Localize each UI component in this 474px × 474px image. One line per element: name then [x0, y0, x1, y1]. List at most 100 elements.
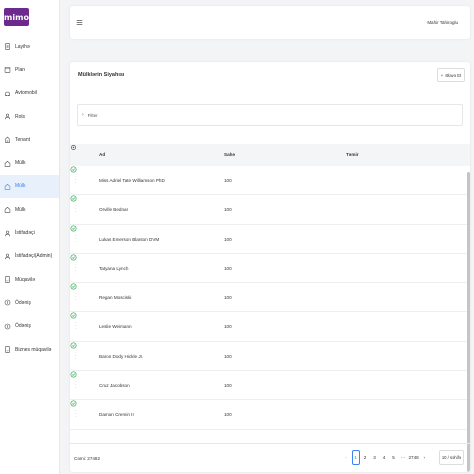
drag-handle-icon[interactable]: · · ·: [75, 350, 77, 361]
sidebar: mimo Layihə Plan Avtomobil Rols Tenant Mülk Mü…: [0, 0, 60, 474]
page-button[interactable]: 2: [361, 450, 369, 465]
cell-name: Orville Bednar: [99, 207, 129, 213]
page-button[interactable]: 3: [371, 450, 379, 465]
sidebar-item-label: Avtomobil: [15, 90, 37, 97]
table-row[interactable]: · · · Miss Adriel Tate Williamson PhD 100: [70, 166, 470, 196]
plus-icon: +: [440, 72, 444, 78]
page-button[interactable]: ···: [399, 450, 407, 465]
page-button[interactable]: 2748: [409, 450, 419, 465]
document-icon: [5, 43, 10, 50]
total-count: Cəmi: 27482: [74, 456, 101, 461]
sidebar-item-label: İstifadəçi(Admin): [15, 253, 53, 260]
sidebar-item[interactable]: Müqavilə: [0, 268, 59, 291]
cell-name: Regan Mosciski: [99, 295, 132, 301]
drag-handle-icon[interactable]: · · ·: [75, 204, 77, 215]
top-header: Mahir Tahiroglu: [70, 6, 470, 39]
user-icon: [4, 253, 11, 260]
home-icon: [4, 207, 11, 213]
page-button[interactable]: 1: [351, 450, 360, 465]
cell-name: Damon Cremin II: [99, 412, 134, 418]
sidebar-item[interactable]: Mülk: [0, 174, 59, 199]
next-page-button[interactable]: ›: [420, 450, 428, 465]
table-body: · · · Miss Adriel Tate Williamson PhD 100 · · ·…: [70, 166, 470, 430]
sidebar-item[interactable]: Biznes müqavilə: [0, 338, 59, 361]
sidebar-item[interactable]: Tenant: [0, 128, 59, 151]
sidebar-item[interactable]: Ödəniş: [0, 315, 59, 338]
cell-area: 100: [224, 207, 232, 213]
cell-area: 100: [224, 236, 232, 242]
cell-name: Lukas Emerson Blanton DVM: [99, 236, 160, 242]
page-size-select[interactable]: 10 / səhifə: [439, 450, 464, 465]
table-row[interactable]: · · · Baron Dody Hickle Jr. 100: [70, 342, 470, 372]
user-name[interactable]: Mahir Tahiroglu: [427, 20, 458, 25]
sidebar-item-label: Mülk: [15, 183, 26, 190]
user-icon: [4, 230, 11, 236]
sidebar-item-label: Ödəniş: [15, 323, 31, 330]
check-circle-icon: [70, 400, 77, 407]
table-footer: Cəmi: 27482 ‹ 1 2 3 4 5 ··· 2748 › 10 / səhifə: [70, 443, 470, 471]
cell-area: 100: [224, 412, 232, 418]
check-circle-icon: [70, 371, 77, 378]
check-circle-icon: [70, 166, 77, 173]
cell-area: 100: [224, 265, 232, 271]
cell-area: 100: [224, 353, 232, 359]
prev-page-button[interactable]: ‹: [342, 450, 350, 465]
calendar-icon: [4, 67, 11, 74]
column-header-name[interactable]: Ad: [99, 152, 105, 157]
page-button[interactable]: 5: [390, 450, 398, 465]
sidebar-item[interactable]: Mülk: [0, 151, 59, 174]
contract-icon: [5, 346, 10, 353]
sidebar-item-label: Biznes müqavilə: [15, 346, 52, 353]
check-circle-icon: [70, 342, 77, 349]
drag-handle-icon[interactable]: · · ·: [75, 262, 77, 273]
sidebar-item-label: Rols: [15, 113, 26, 120]
column-header-repair[interactable]: Təmir: [346, 152, 359, 157]
table-row[interactable]: · · · Tatyana Lynch 100: [70, 254, 470, 284]
pagination: ‹ 1 2 3 4 5 ··· 2748 ›: [342, 450, 430, 465]
page-title: Mülklərin Siyahısı: [78, 72, 125, 78]
page-button[interactable]: 4: [380, 450, 388, 465]
sidebar-item-label: Mülk: [15, 206, 26, 213]
check-circle-icon: [70, 313, 77, 319]
cell-name: Tatyana Lynch: [99, 265, 129, 271]
menu-icon[interactable]: [76, 19, 83, 26]
filter-toggle[interactable]: › Filter: [77, 104, 463, 126]
home-icon: [4, 183, 11, 190]
table-row[interactable]: · · · Orville Bednar 100: [70, 195, 470, 225]
logo[interactable]: mimo: [4, 8, 29, 26]
sidebar-item[interactable]: Plan: [0, 58, 59, 81]
drag-handle-icon[interactable]: · · ·: [75, 380, 77, 391]
sidebar-item[interactable]: Ödəniş: [0, 291, 59, 314]
check-circle-icon: [70, 283, 77, 290]
add-button-label: Əlavə Et: [445, 72, 462, 78]
cell-area: 100: [224, 178, 232, 183]
sidebar-item[interactable]: Mülk: [0, 198, 59, 221]
drag-handle-icon[interactable]: · · ·: [75, 292, 77, 303]
sidebar-item-label: Tenant: [15, 136, 31, 143]
sidebar-item-label: İstifadəçi: [15, 230, 35, 237]
add-button[interactable]: + Əlavə Et: [437, 68, 465, 82]
column-header-area[interactable]: Sahə: [224, 152, 235, 157]
drag-handle-icon[interactable]: · · ·: [75, 409, 77, 420]
car-icon: [5, 91, 10, 96]
cell-area: 100: [224, 383, 232, 389]
gear-icon[interactable]: [70, 144, 77, 151]
check-circle-icon: [70, 254, 77, 261]
sidebar-item[interactable]: İstifadəçi: [0, 221, 59, 244]
table-row[interactable]: · · · Regan Mosciski 100: [70, 283, 470, 313]
table-row[interactable]: · · · Lukas Emerson Blanton DVM 100: [70, 225, 470, 254]
filter-label: Filter: [87, 112, 98, 118]
drag-handle-icon[interactable]: · · ·: [75, 233, 77, 244]
sidebar-item[interactable]: Layihə: [0, 35, 59, 58]
table-row[interactable]: · · · Leslie Weimann 100: [70, 312, 470, 342]
sidebar-item[interactable]: Rols: [0, 105, 59, 128]
sidebar-item[interactable]: Avtomobil: [0, 82, 59, 105]
drag-handle-icon[interactable]: · · ·: [75, 321, 77, 332]
table-row[interactable]: · · · Damon Cremin II 100: [70, 400, 470, 430]
building-icon: [5, 136, 10, 143]
table-scrollbar[interactable]: [467, 172, 470, 472]
sidebar-item[interactable]: İstifadəçi(Admin): [0, 245, 59, 268]
drag-handle-icon[interactable]: · · ·: [75, 175, 77, 186]
cell-name: Cruz Jacobson: [99, 383, 130, 389]
table-row[interactable]: · · · Cruz Jacobson 100: [70, 371, 470, 401]
